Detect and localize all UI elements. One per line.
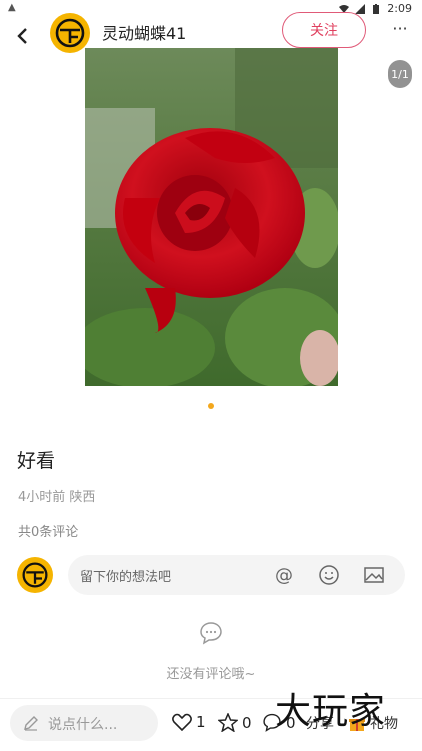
notification-icon: ▲ xyxy=(8,2,16,13)
post-image[interactable] xyxy=(85,48,338,386)
image-icon[interactable] xyxy=(363,564,385,586)
my-avatar xyxy=(17,557,53,593)
comment-input[interactable]: 留下你的想法吧 @ xyxy=(68,555,405,595)
page-indicator-dot xyxy=(208,403,214,409)
chevron-left-icon xyxy=(17,28,27,44)
avatar-logo-icon xyxy=(55,18,85,48)
avatar-logo-icon xyxy=(22,562,48,588)
like-count: 1 xyxy=(196,713,206,731)
heart-icon xyxy=(172,713,192,731)
post-text: 好看 xyxy=(17,450,56,472)
star-icon xyxy=(218,713,238,732)
say-input[interactable]: 说点什么... xyxy=(10,705,158,741)
comment-placeholder: 留下你的想法吧 xyxy=(80,570,172,585)
star-count: 0 xyxy=(242,713,252,732)
follow-button[interactable]: 关注 xyxy=(282,12,366,48)
image-counter: 1/1 xyxy=(388,60,412,88)
avatar[interactable] xyxy=(50,13,90,53)
battery-icon xyxy=(373,3,380,14)
rose-image xyxy=(85,48,338,386)
pencil-icon xyxy=(24,716,38,731)
username[interactable]: 灵动蝴蝶41 xyxy=(102,20,186,44)
back-button[interactable] xyxy=(8,22,36,50)
favorite-button[interactable]: 0 xyxy=(218,713,252,732)
status-time: 2:09 xyxy=(387,2,412,15)
comment-count: 共0条评论 xyxy=(18,525,79,540)
post-meta: 4小时前 陕西 xyxy=(18,490,96,505)
more-icon[interactable]: ··· xyxy=(388,18,412,42)
mention-icon[interactable]: @ xyxy=(273,564,295,586)
empty-comments-text: 还没有评论哦~ xyxy=(166,667,256,682)
say-placeholder: 说点什么... xyxy=(48,717,118,733)
watermark: 大玩家 xyxy=(275,691,387,732)
comment-bubble-icon xyxy=(200,622,222,645)
like-button[interactable]: 1 xyxy=(172,713,206,731)
emoji-icon[interactable] xyxy=(318,564,340,586)
signal-icon xyxy=(355,3,366,14)
